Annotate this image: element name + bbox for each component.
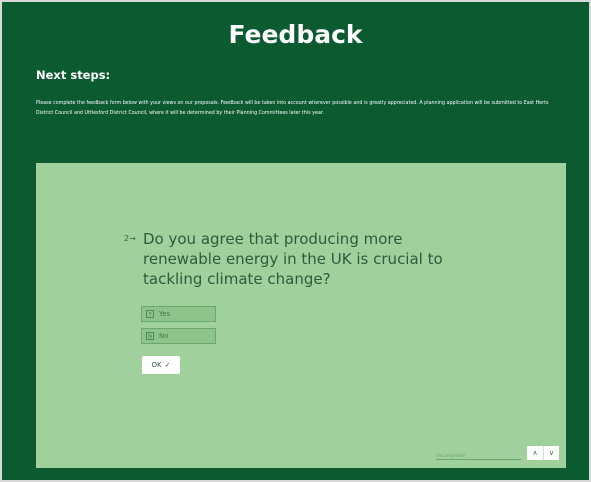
choice-label-yes: Yes <box>159 310 171 318</box>
choice-key-no: N <box>146 332 154 340</box>
ok-button-label: OK <box>151 361 162 369</box>
feedback-form: 2→ Do you agree that producing more rene… <box>36 163 566 468</box>
choice-key-yes: Y <box>146 310 154 318</box>
previous-question-button[interactable]: ∧ <box>527 446 543 460</box>
page-title: Feedback <box>228 20 363 49</box>
choice-label-no: No <box>159 332 169 340</box>
chevron-down-icon: ∨ <box>548 449 555 457</box>
choice-yes[interactable]: Y Yes <box>141 306 216 322</box>
question-text: Do you agree that producing more renewab… <box>143 230 443 288</box>
page-frame: Feedback Next steps: Please complete the… <box>0 0 591 482</box>
next-steps-heading: Next steps: <box>36 68 111 82</box>
progress-indicator: 0% completed <box>436 453 521 460</box>
question-navigation: ∧ ∨ <box>527 446 559 460</box>
choice-no[interactable]: N No <box>141 328 216 344</box>
next-question-button[interactable]: ∨ <box>543 446 559 460</box>
ok-button[interactable]: OK ✓ <box>142 356 180 374</box>
chevron-up-icon: ∧ <box>532 449 538 457</box>
question-number: 2→ <box>124 234 136 243</box>
next-steps-text: Please complete the feedback form below … <box>36 101 549 116</box>
check-icon: ✓ <box>164 361 171 369</box>
